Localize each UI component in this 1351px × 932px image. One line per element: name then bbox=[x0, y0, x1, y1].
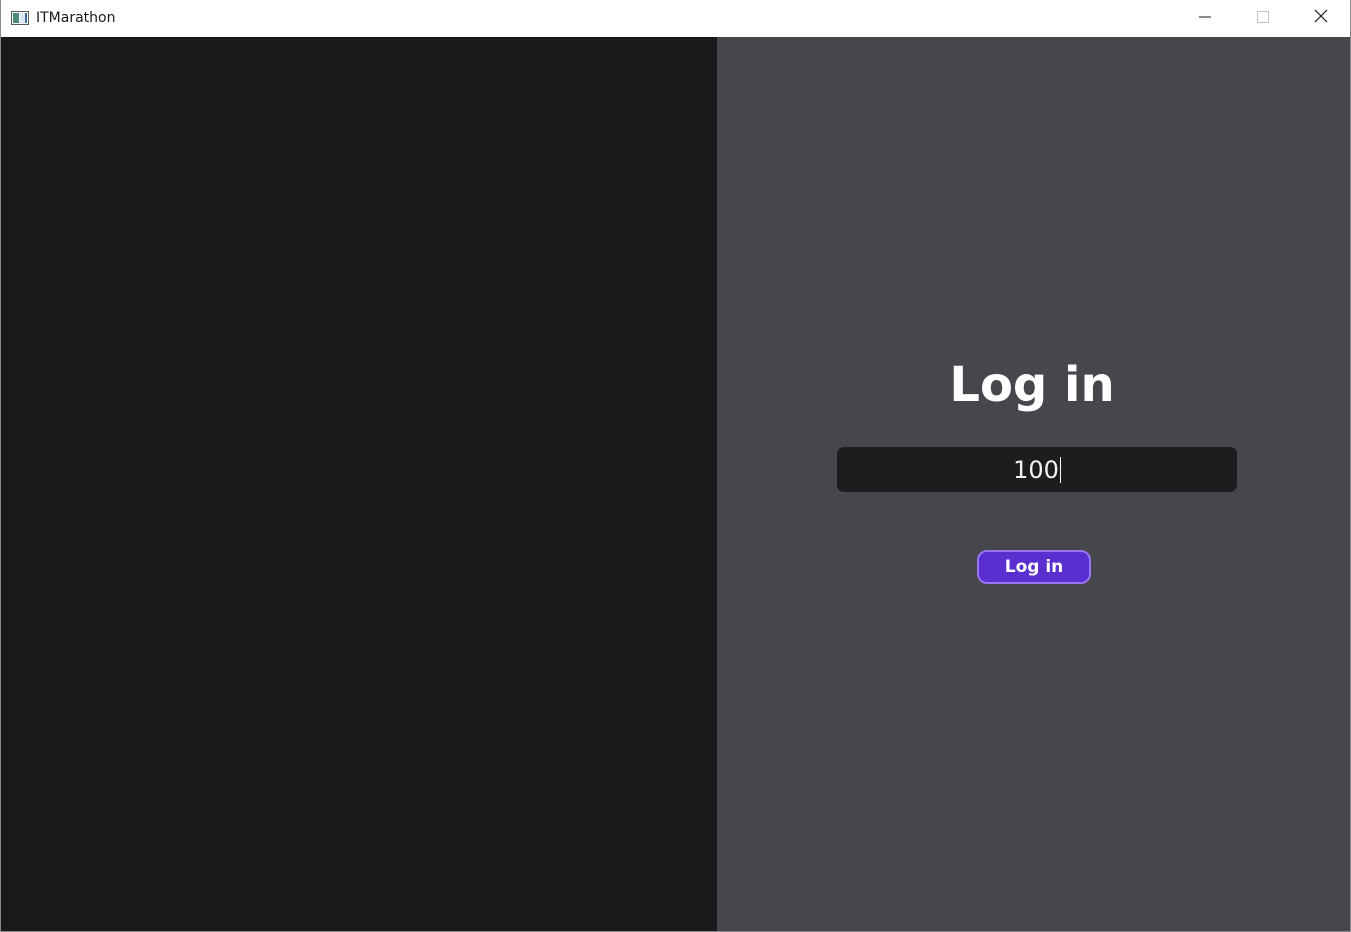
login-panel: Log in 100 Log in bbox=[717, 37, 1350, 931]
title-bar[interactable]: ITMarathon bbox=[1, 0, 1350, 37]
login-input[interactable]: 100 bbox=[837, 447, 1237, 492]
left-panel bbox=[1, 37, 717, 931]
app-window: ITMarathon Log in 100 Log in bbox=[0, 0, 1351, 932]
login-button[interactable]: Log in bbox=[977, 550, 1091, 584]
close-button[interactable] bbox=[1292, 0, 1350, 37]
minimize-icon bbox=[1199, 10, 1211, 28]
minimize-button[interactable] bbox=[1176, 0, 1234, 37]
login-heading: Log in bbox=[949, 357, 1115, 413]
maximize-icon bbox=[1257, 10, 1269, 28]
maximize-button[interactable] bbox=[1234, 0, 1292, 37]
text-caret bbox=[1059, 456, 1061, 483]
app-window-icon bbox=[11, 11, 29, 25]
window-title: ITMarathon bbox=[36, 10, 116, 26]
login-input-value: 100 bbox=[1013, 455, 1059, 484]
close-icon bbox=[1314, 9, 1328, 28]
window-content: Log in 100 Log in bbox=[1, 37, 1350, 931]
